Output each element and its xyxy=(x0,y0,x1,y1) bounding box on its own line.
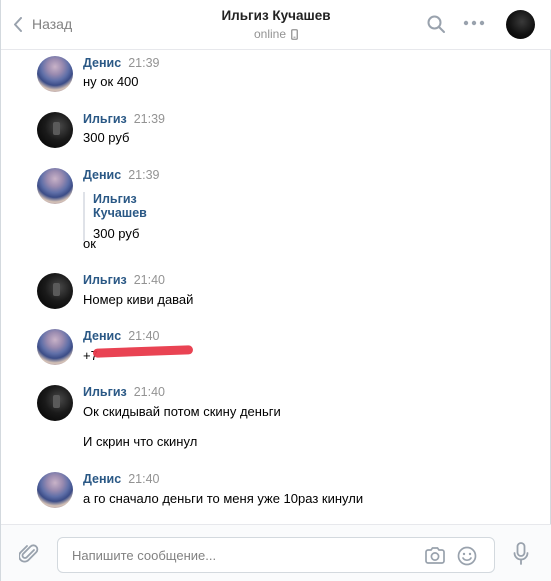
message-text: а го сначало деньги то меня уже 10раз ки… xyxy=(83,491,364,506)
message-meta: Денис 21:39 xyxy=(83,56,159,70)
avatar[interactable] xyxy=(37,273,73,309)
page-title: Ильгиз Кучашев xyxy=(221,8,331,23)
redaction-mark xyxy=(92,345,194,358)
avatar[interactable] xyxy=(506,10,535,39)
message-text: Номер киви давай xyxy=(83,292,194,307)
message-meta: Денис 21:40 xyxy=(83,472,159,486)
search-icon[interactable] xyxy=(426,14,446,34)
message-author[interactable]: Ильгиз xyxy=(83,112,127,126)
message-meta: Денис 21:40 xyxy=(83,329,159,343)
message-meta: Ильгиз 21:39 xyxy=(83,112,165,126)
message-author[interactable]: Ильгиз xyxy=(83,385,127,399)
message-time: 21:40 xyxy=(133,385,165,399)
message-input-box[interactable] xyxy=(57,537,495,573)
message-meta: Ильгиз 21:40 xyxy=(83,385,165,399)
message-time: 21:40 xyxy=(133,273,165,287)
message-text: ну ок 400 xyxy=(83,74,139,89)
avatar[interactable] xyxy=(37,385,73,421)
status-text: online xyxy=(253,27,287,41)
paperclip-icon[interactable] xyxy=(19,543,39,565)
message-text: 300 руб xyxy=(83,130,130,145)
avatar[interactable] xyxy=(37,472,73,508)
avatar[interactable] xyxy=(37,168,73,204)
message-author[interactable]: Денис xyxy=(83,56,121,70)
back-button[interactable]: Назад xyxy=(13,13,72,35)
message-time: 21:39 xyxy=(128,168,160,182)
message-input[interactable] xyxy=(72,546,412,564)
message-time: 21:40 xyxy=(128,329,160,343)
message-meta: Ильгиз 21:40 xyxy=(83,273,165,287)
chat-window: Назад Ильгиз Кучашев online Денис 21:39 … xyxy=(0,0,551,581)
back-chevron-icon xyxy=(14,16,22,32)
back-label: Назад xyxy=(32,16,73,32)
message-meta: Денис 21:39 xyxy=(83,168,159,182)
online-status: online xyxy=(176,27,376,41)
message-time: 21:39 xyxy=(133,112,165,126)
mobile-phone-icon xyxy=(291,28,298,40)
chat-header: Назад Ильгиз Кучашев online xyxy=(1,0,551,50)
avatar[interactable] xyxy=(37,56,73,92)
message-composer xyxy=(1,524,551,581)
message-time: 21:39 xyxy=(128,56,160,70)
chat-title-block[interactable]: Ильгиз Кучашев online xyxy=(176,8,376,41)
avatar[interactable] xyxy=(37,112,73,148)
message-time: 21:40 xyxy=(128,472,160,486)
message-text: И скрин что скинул xyxy=(83,434,198,449)
smiley-icon[interactable] xyxy=(457,546,477,566)
more-icon[interactable] xyxy=(463,19,485,27)
forwarded-quote: Ильгиз Кучашев 300 руб xyxy=(83,192,147,241)
microphone-icon[interactable] xyxy=(513,542,529,566)
camera-icon[interactable] xyxy=(424,547,446,565)
avatar[interactable] xyxy=(37,329,73,365)
message-author[interactable]: Денис xyxy=(83,472,121,486)
quote-text: 300 руб xyxy=(93,226,140,241)
message-text: ок xyxy=(83,236,96,251)
message-text: Ок скидывай потом скину деньги xyxy=(83,404,281,419)
message-author[interactable]: Денис xyxy=(83,329,121,343)
message-author[interactable]: Ильгиз xyxy=(83,273,127,287)
message-author[interactable]: Денис xyxy=(83,168,121,182)
quote-author[interactable]: Ильгиз Кучашев xyxy=(93,192,147,220)
message-list: Денис 21:39 ну ок 400 Ильгиз 21:39 300 руб… xyxy=(1,51,551,524)
